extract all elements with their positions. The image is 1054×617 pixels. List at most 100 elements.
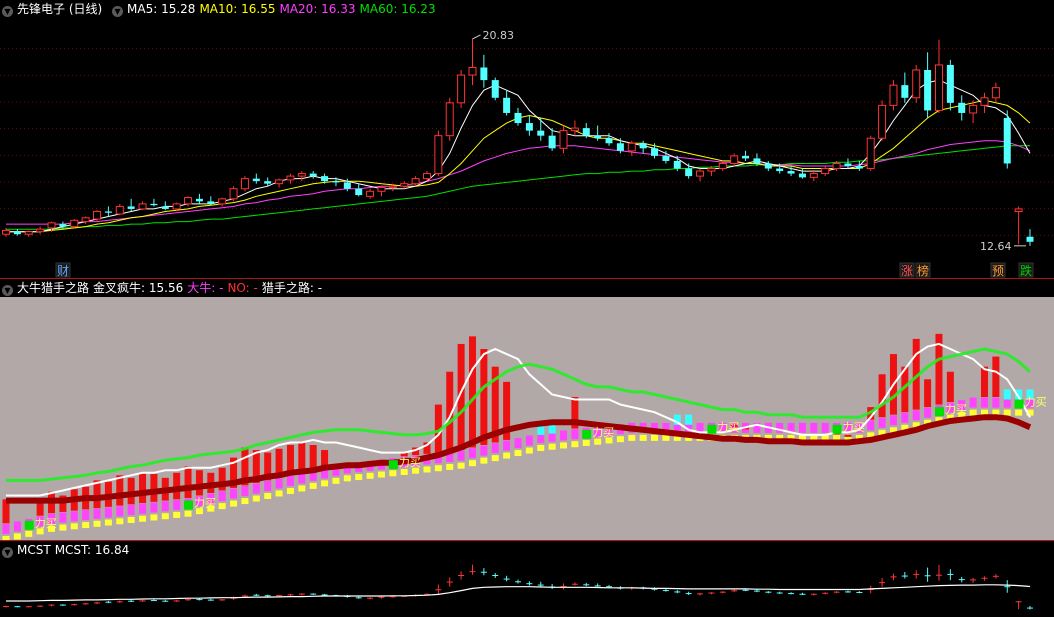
mcst-menu-icon[interactable]: ▼ <box>2 547 13 558</box>
base-block <box>366 472 374 479</box>
panel-menu-icon[interactable]: ▼ <box>2 6 13 17</box>
buy-signal-label: 力买 <box>592 426 614 439</box>
trend-block <box>286 475 294 486</box>
weak-bar <box>1003 389 1011 400</box>
trend-block <box>468 448 476 459</box>
candle-body <box>537 130 545 136</box>
candle-body <box>115 205 124 215</box>
candle-body <box>195 198 203 202</box>
candle-body <box>798 173 806 178</box>
base-block <box>571 441 579 448</box>
base-block <box>480 457 488 464</box>
buy-signal-label: 力买 <box>399 456 421 469</box>
momentum-bar <box>946 371 954 403</box>
candle-body <box>776 168 784 172</box>
momentum-bar <box>468 336 476 448</box>
momentum-bar <box>116 475 124 506</box>
base-block <box>275 490 283 497</box>
candle-body <box>616 143 624 151</box>
trend-block <box>264 481 272 491</box>
base-block <box>116 518 124 525</box>
buy-signal-label: 力买 <box>35 517 57 530</box>
candle-body <box>514 112 522 124</box>
candle-body <box>252 178 260 182</box>
candle-body <box>332 181 340 183</box>
trend-block <box>514 438 522 449</box>
candle-body <box>662 155 670 161</box>
momentum-bar <box>924 379 932 408</box>
event-marker: 跌 <box>1020 263 1032 278</box>
indicator-chart[interactable]: 力买力买力买力买 力买 力买力买力买 <box>0 279 1054 541</box>
candle-body <box>753 158 761 164</box>
indicator-field-hunter: 猎手之路: - <box>261 281 323 295</box>
trend-block <box>810 422 818 433</box>
candle-body <box>422 173 431 180</box>
candle-body <box>127 206 135 209</box>
trend-block <box>992 397 1000 408</box>
candle-body <box>377 186 386 192</box>
mcst-panel: ▼ MCST MCST: 16.84 <box>0 541 1054 617</box>
candle-body <box>980 97 989 106</box>
candle-body <box>559 130 568 149</box>
base-block <box>241 498 249 505</box>
candle-body <box>969 104 978 114</box>
indicator-panel: ▼ 大牛猎手之路 金叉疯牛: 15.56 大牛: - NO: - 猎手之路: - 力买 力买… <box>0 279 1054 541</box>
trend-block <box>139 503 147 514</box>
base-block <box>537 445 545 451</box>
base-block <box>59 524 67 531</box>
indicator-panel-header: ▼ 大牛猎手之路 金叉疯牛: 15.56 大牛: - NO: - 猎手之路: - <box>0 279 1054 297</box>
trend-block <box>867 420 875 431</box>
candle-body <box>434 135 443 175</box>
candle-body <box>605 138 613 144</box>
base-block <box>286 487 294 494</box>
candle-body <box>889 84 898 106</box>
candle-body <box>594 135 602 139</box>
buy-signal-box <box>24 520 34 530</box>
price-panel: ▼ 先锋电子 (日线) ▼ MA5: 15.28 MA10: 16.55 MA20: 1… <box>0 0 1054 279</box>
candle-body <box>275 179 284 185</box>
candle-body <box>764 163 772 169</box>
base-block <box>139 515 147 522</box>
trend-block <box>116 506 124 517</box>
candle-body <box>832 162 841 170</box>
base-block <box>389 470 397 477</box>
ma20-label: MA20: 16.33 <box>279 2 356 16</box>
base-block <box>434 465 442 472</box>
ma-menu-icon[interactable]: ▼ <box>112 6 124 17</box>
candle-body <box>468 66 477 76</box>
indicator-title: 大牛猎手之路 <box>17 281 90 295</box>
base-block <box>548 443 556 450</box>
trend-block <box>821 422 829 433</box>
indicator-field-bull: 大牛: - <box>187 281 224 295</box>
base-block <box>332 477 340 484</box>
base-block <box>969 409 977 416</box>
base-block <box>13 533 21 540</box>
base-block <box>628 434 636 441</box>
base-block <box>560 442 568 449</box>
candle-body <box>787 171 795 174</box>
event-marker: 预 <box>992 264 1004 278</box>
trend-block <box>104 507 112 518</box>
candle-body <box>1026 236 1034 242</box>
mcst-value: MCST: 16.84 <box>54 543 130 557</box>
candle-body <box>844 163 852 166</box>
candle-body <box>878 104 887 139</box>
trend-block <box>776 422 784 433</box>
indicator-menu-icon[interactable]: ▼ <box>2 285 13 296</box>
base-block <box>173 511 181 518</box>
candle-body <box>946 64 954 103</box>
momentum-bar <box>309 445 317 471</box>
base-block <box>514 450 522 457</box>
candle-body <box>229 188 238 200</box>
candle-body <box>138 203 147 210</box>
weak-bar <box>685 414 693 425</box>
candle-body <box>730 155 739 164</box>
ma5-label: MA5: 15.28 <box>127 2 196 16</box>
candle-body <box>707 168 716 172</box>
candle-body <box>1014 208 1023 212</box>
candle-body <box>582 128 590 136</box>
candlestick-chart[interactable]: 20.83 12.64 财 涨榜 预 跌 <box>0 0 1054 279</box>
base-block <box>651 434 659 441</box>
stock-title: 先锋电子 (日线) <box>17 2 103 16</box>
base-block <box>161 513 169 520</box>
